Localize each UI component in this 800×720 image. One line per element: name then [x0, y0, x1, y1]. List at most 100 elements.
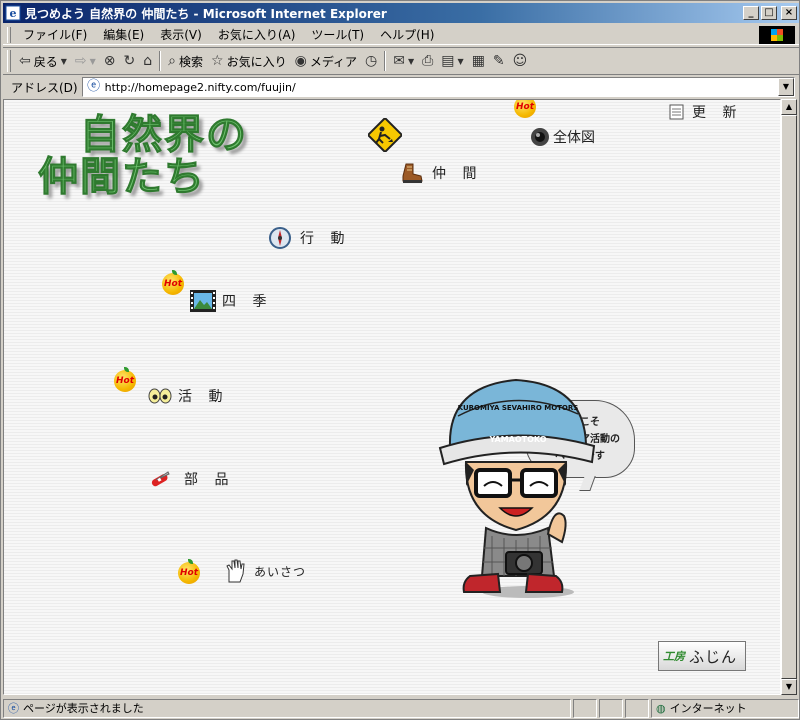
swiss-knife-icon [151, 471, 170, 487]
nav-friends-link[interactable]: 仲 間 [400, 162, 482, 184]
forward-button[interactable]: ⇨ ▼ [71, 49, 100, 73]
toolbar-grip[interactable] [7, 50, 11, 72]
history-button[interactable]: ◷ [361, 49, 381, 73]
back-label: 戻る [33, 54, 58, 69]
mail-button[interactable]: ✉ ▼ [389, 49, 418, 73]
nav-parts-link[interactable]: 部 品 [148, 468, 234, 490]
stop-button[interactable]: ⊗ [100, 49, 120, 73]
menu-grip[interactable] [7, 26, 11, 43]
hot-label: Hot [515, 102, 535, 112]
favorites-button[interactable]: ☆ お気に入り [207, 49, 291, 73]
site-title-line2: 仲間たち [38, 154, 206, 201]
scroll-up-button[interactable]: ▲ [781, 99, 797, 115]
minimize-button[interactable]: _ [743, 6, 759, 20]
back-arrow-icon: ⇦ [19, 53, 31, 69]
refresh-button[interactable]: ↻ [120, 49, 140, 73]
nav-greeting-link[interactable]: あいさつ [224, 558, 306, 584]
hot-badge-activities: Hot [114, 367, 136, 392]
nav-seasons-link[interactable]: 四 季 [190, 290, 272, 312]
windows-logo-icon [759, 26, 795, 44]
status-pane-2 [599, 698, 623, 718]
menu-favorites[interactable]: お気に入り(A) [210, 26, 304, 43]
address-label: アドレス(D) [11, 80, 78, 95]
menu-tools[interactable]: ツール(T) [303, 26, 372, 43]
discuss-button[interactable]: ▦ [468, 49, 489, 73]
nav-seasons-label: 四 季 [222, 294, 273, 310]
hot-label: Hot [115, 376, 135, 386]
cap-text-top: KUROMIYA SEVAHIRO MOTORS [458, 404, 579, 412]
toolbar-separator-2 [384, 51, 387, 71]
menu-file[interactable]: ファイル(F) [15, 26, 95, 43]
film-strip-icon [190, 290, 216, 312]
menu-help[interactable]: ヘルプ(H) [372, 26, 442, 43]
status-message-pane: ⓔ ページが表示されました [3, 698, 571, 718]
scroll-thumb[interactable] [781, 115, 797, 679]
address-input[interactable]: ⓔ http://homepage2.nifty.com/fuujin/ ▼ [81, 77, 795, 97]
menu-bar: ファイル(F) 編集(E) 表示(V) お気に入り(A) ツール(T) ヘルプ(… [3, 25, 799, 45]
nav-behavior-label: 行 動 [300, 231, 351, 247]
eyes-icon [148, 388, 172, 404]
cap-text-front: YAMAOTOKO [488, 435, 546, 444]
nav-update-link[interactable]: 更 新 [668, 102, 742, 122]
status-zone-pane: ◍ インターネット [651, 698, 799, 718]
media-icon: ◉ [294, 53, 307, 69]
research-button[interactable]: ✎ [489, 49, 509, 73]
search-icon: ⌕ [168, 53, 176, 69]
forward-dropdown-icon[interactable]: ▼ [90, 57, 96, 66]
hot-badge-update: Hot [514, 100, 536, 118]
notepad-icon [669, 104, 684, 120]
nav-update-label: 更 新 [692, 105, 743, 121]
menu-view[interactable]: 表示(V) [152, 26, 210, 43]
address-bar: アドレス(D) ⓔ http://homepage2.nifty.com/fuu… [3, 76, 799, 98]
browser-window: e 見つめよう 自然界の 仲間たち - Microsoft Internet E… [0, 0, 800, 720]
construction-sign-icon [368, 118, 402, 152]
back-dropdown-icon[interactable]: ▼ [61, 57, 67, 66]
maximize-button[interactable]: □ [761, 6, 777, 20]
address-url[interactable]: http://homepage2.nifty.com/fuujin/ [105, 81, 296, 94]
print-icon: ⎙ [422, 53, 434, 69]
nav-behavior-link[interactable]: 行 動 [268, 226, 350, 250]
vertical-scrollbar[interactable]: ▲ ▼ [781, 99, 797, 695]
close-button[interactable]: × [781, 6, 797, 20]
messenger-button[interactable]: ☺ [509, 49, 532, 73]
page-icon: ⓔ [87, 79, 101, 94]
title-bar[interactable]: e 見つめよう 自然界の 仲間たち - Microsoft Internet E… [3, 3, 799, 23]
nav-overview-link[interactable]: 全体図 [530, 127, 595, 147]
status-page-icon: ⓔ [8, 702, 19, 715]
forward-arrow-icon: ⇨ [74, 53, 87, 69]
studio-fujin-badge[interactable]: 工房 ふじん [658, 641, 746, 671]
studio-badge-prefix: 工房 [663, 650, 685, 663]
print-button[interactable]: ⎙ [418, 49, 437, 73]
waving-hand-icon [226, 559, 245, 583]
media-button[interactable]: ◉ メディア [291, 49, 361, 73]
media-label: メディア [309, 54, 357, 69]
status-bar: ⓔ ページが表示されました ◍ インターネット [3, 697, 799, 719]
search-button[interactable]: ⌕ 検索 [164, 49, 207, 73]
camera-lens-icon [531, 128, 549, 146]
hiking-boot-icon [402, 163, 423, 183]
nav-friends-label: 仲 間 [432, 166, 483, 182]
status-pane-1 [573, 698, 597, 718]
home-button[interactable]: ⌂ [139, 49, 156, 73]
menu-edit[interactable]: 編集(E) [95, 26, 152, 43]
nav-activities-label: 活 動 [178, 389, 229, 405]
hot-label: Hot [179, 568, 199, 578]
nav-overview-label: 全体図 [553, 130, 595, 146]
address-dropdown-icon[interactable]: ▼ [778, 78, 794, 96]
scroll-down-button[interactable]: ▼ [781, 679, 797, 695]
status-message: ページが表示されました [23, 702, 144, 715]
ie-icon: e [5, 5, 21, 21]
nav-activities-link[interactable]: 活 動 [148, 386, 228, 406]
back-button[interactable]: ⇦ 戻る ▼ [15, 49, 71, 73]
mail-dropdown-icon[interactable]: ▼ [408, 57, 414, 66]
favorites-label: お気に入り [226, 54, 287, 69]
edit-button[interactable]: ▤ ▼ [437, 49, 467, 73]
edit-dropdown-icon[interactable]: ▼ [458, 57, 464, 66]
nav-greeting-label: あいさつ [254, 564, 307, 579]
mail-icon: ✉ [393, 53, 405, 69]
studio-badge-name: ふじん [689, 647, 738, 666]
toolbar: ⇦ 戻る ▼ ⇨ ▼ ⊗ ↻ ⌂ ⌕ 検索 ☆ お気に入り ◉ メディア ◷ ✉… [3, 47, 799, 75]
home-icon: ⌂ [143, 53, 153, 69]
history-icon: ◷ [364, 53, 378, 69]
hot-badge-greeting: Hot [178, 559, 200, 584]
